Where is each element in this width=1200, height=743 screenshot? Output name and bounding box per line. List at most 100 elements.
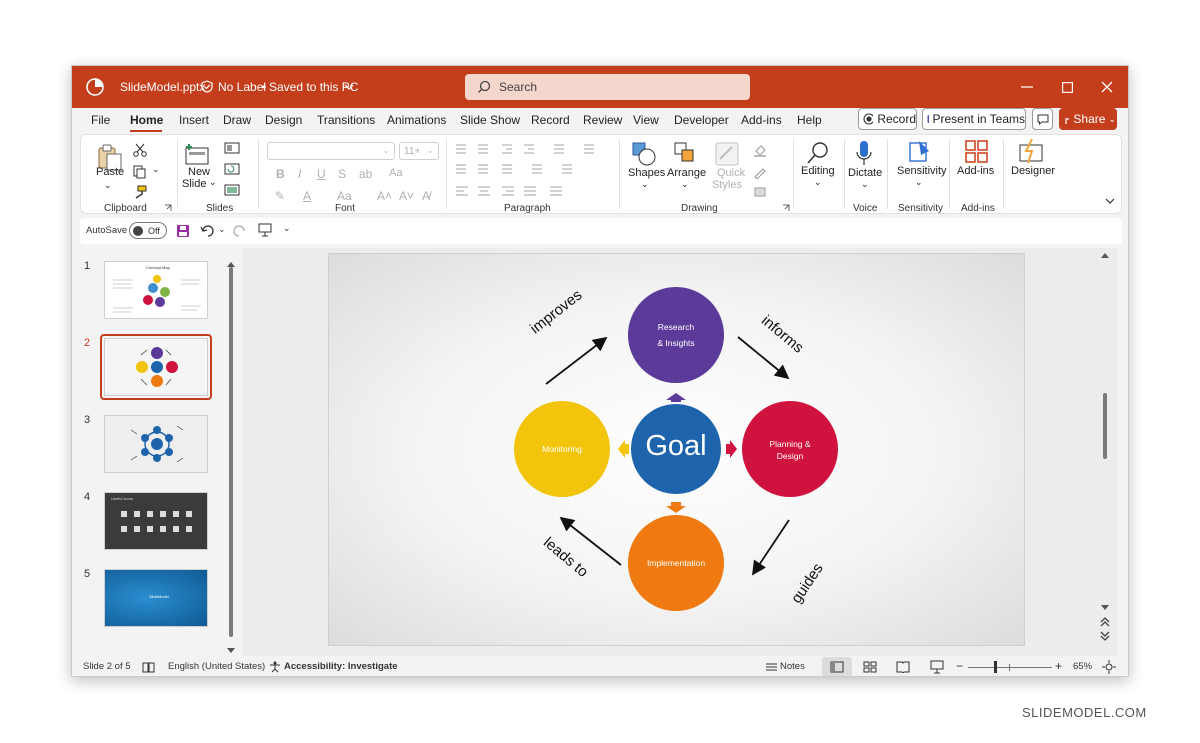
zoom-in-button[interactable]: + <box>1055 659 1062 673</box>
increase-font-icon[interactable]: Aa <box>337 189 352 203</box>
clear-formatting-icon[interactable]: A̸ <box>422 189 430 203</box>
grow-font-icon[interactable]: A˄ <box>377 189 392 203</box>
editor-scroll-down-icon[interactable] <box>1101 605 1109 611</box>
quick-styles-label-2[interactable]: Styles <box>712 179 742 191</box>
quick-styles-icon[interactable] <box>714 141 740 167</box>
customize-qat-icon[interactable]: ⌄ <box>283 223 291 234</box>
editing-label[interactable]: Editing <box>801 165 835 177</box>
shape-fill-icon[interactable] <box>753 143 767 157</box>
thumbnail-scroll-up[interactable] <box>227 255 235 267</box>
paste-label[interactable]: Paste <box>96 166 124 178</box>
redo-icon[interactable] <box>231 224 247 238</box>
dialog-launcher-icon[interactable] <box>164 204 172 212</box>
present-from-start-icon[interactable] <box>258 223 272 237</box>
maximize-button[interactable] <box>1047 74 1087 100</box>
new-slide-icon[interactable] <box>185 143 211 167</box>
add-ins-icon[interactable] <box>964 139 990 165</box>
shape-effects-icon[interactable] <box>753 185 767 199</box>
slide-thumbnail-1[interactable]: Concept Map <box>104 261 208 319</box>
highlight-icon[interactable]: ✎ <box>275 189 285 203</box>
shapes-label[interactable]: Shapes <box>628 167 665 179</box>
designer-icon[interactable] <box>1018 139 1046 165</box>
cut-icon[interactable] <box>133 143 147 157</box>
chevron-down-icon[interactable] <box>344 84 354 90</box>
tab-add-ins[interactable]: Add-ins <box>741 113 782 127</box>
editing-search-icon[interactable] <box>805 140 831 166</box>
change-case-icon[interactable]: Aa <box>389 167 402 179</box>
zoom-slider[interactable] <box>968 667 1052 668</box>
normal-view-button[interactable] <box>822 657 852 676</box>
underline-icon[interactable]: U <box>317 167 326 181</box>
tab-file[interactable]: File <box>91 113 110 127</box>
language[interactable]: English (United States) <box>168 661 265 672</box>
tab-home[interactable]: Home <box>130 113 163 127</box>
notes-icon[interactable] <box>765 662 778 672</box>
tab-transitions[interactable]: Transitions <box>317 113 375 127</box>
editor-scroll-up-icon[interactable] <box>1101 253 1109 259</box>
zoom-slider-thumb[interactable] <box>994 661 997 673</box>
tab-record[interactable]: Record <box>531 113 570 127</box>
tab-developer[interactable]: Developer <box>674 113 729 127</box>
sensitivity-icon[interactable] <box>907 139 933 165</box>
close-button[interactable] <box>1087 74 1127 100</box>
thumbnail-scroll-down[interactable] <box>227 641 235 653</box>
comments-button[interactable] <box>1032 108 1053 130</box>
shapes-icon[interactable] <box>631 141 659 167</box>
tab-design[interactable]: Design <box>265 113 302 127</box>
tab-view[interactable]: View <box>633 113 659 127</box>
quick-styles-label-1[interactable]: Quick <box>717 167 745 179</box>
present-in-teams-button[interactable]: T Present in Teams <box>922 108 1026 130</box>
shape-outline-icon[interactable] <box>753 165 767 179</box>
italic-icon[interactable]: I <box>298 167 301 181</box>
label-status[interactable]: No Label <box>218 80 266 94</box>
slide-thumbnail-2[interactable] <box>104 338 208 396</box>
slide-thumbnail-5[interactable]: SlideModel <box>104 569 208 627</box>
next-slide-icon[interactable] <box>1100 631 1110 641</box>
file-name[interactable]: SlideModel.pptx <box>120 80 205 94</box>
strikethrough-icon[interactable]: S <box>338 167 346 181</box>
arrange-icon[interactable] <box>673 141 699 167</box>
accessibility-icon[interactable] <box>269 661 281 673</box>
copy-icon[interactable] <box>133 165 147 179</box>
layout-icon[interactable] <box>224 142 240 154</box>
fit-slide-icon[interactable] <box>1102 660 1116 674</box>
search-box[interactable]: Search <box>465 74 750 100</box>
save-icon[interactable] <box>176 224 190 238</box>
bold-icon[interactable]: B <box>276 167 285 181</box>
shrink-font-icon[interactable]: A˅ <box>399 189 414 203</box>
previous-slide-icon[interactable] <box>1100 617 1110 627</box>
record-button[interactable]: Record <box>858 108 917 130</box>
drawing-dialog-launcher-icon[interactable] <box>782 204 790 212</box>
new-slide-label-1[interactable]: New <box>188 166 210 178</box>
microphone-icon[interactable] <box>855 140 873 168</box>
zoom-level[interactable]: 65% <box>1073 661 1092 672</box>
paragraph-tools[interactable] <box>454 143 614 203</box>
tab-animations[interactable]: Animations <box>387 113 446 127</box>
tab-insert[interactable]: Insert <box>179 113 209 127</box>
font-color-icon[interactable]: A <box>303 189 311 203</box>
slide-show-icon[interactable] <box>930 660 944 674</box>
research-circle[interactable] <box>628 287 724 383</box>
slide-count[interactable]: Slide 2 of 5 <box>83 661 131 672</box>
zoom-out-button[interactable]: − <box>956 659 963 673</box>
tab-draw[interactable]: Draw <box>223 113 251 127</box>
slide-sorter-icon[interactable] <box>863 661 877 673</box>
tab-review[interactable]: Review <box>583 113 622 127</box>
reset-icon[interactable] <box>224 163 240 175</box>
dictate-label[interactable]: Dictate <box>848 167 882 179</box>
minimize-button[interactable] <box>1007 74 1047 100</box>
thumbnail-scrollbar[interactable] <box>229 267 233 637</box>
notes-button[interactable]: Notes <box>780 661 805 672</box>
slide-thumbnail-4[interactable]: Useful Icons <box>104 492 208 550</box>
font-name-select[interactable]: ⌄ <box>267 142 395 160</box>
tab-slide-show[interactable]: Slide Show <box>460 113 520 127</box>
sensitivity-label[interactable]: Sensitivity <box>897 165 947 177</box>
tab-help[interactable]: Help <box>797 113 822 127</box>
reading-view-icon[interactable] <box>896 661 910 673</box>
spelling-icon[interactable] <box>142 661 155 673</box>
font-size-select[interactable]: 11+ ⌄ <box>399 142 439 160</box>
accessibility-status[interactable]: Accessibility: Investigate <box>284 661 398 672</box>
new-slide-label-2[interactable]: Slide <box>182 178 206 190</box>
section-icon[interactable] <box>224 184 240 196</box>
editor-scrollbar-thumb[interactable] <box>1103 393 1107 459</box>
